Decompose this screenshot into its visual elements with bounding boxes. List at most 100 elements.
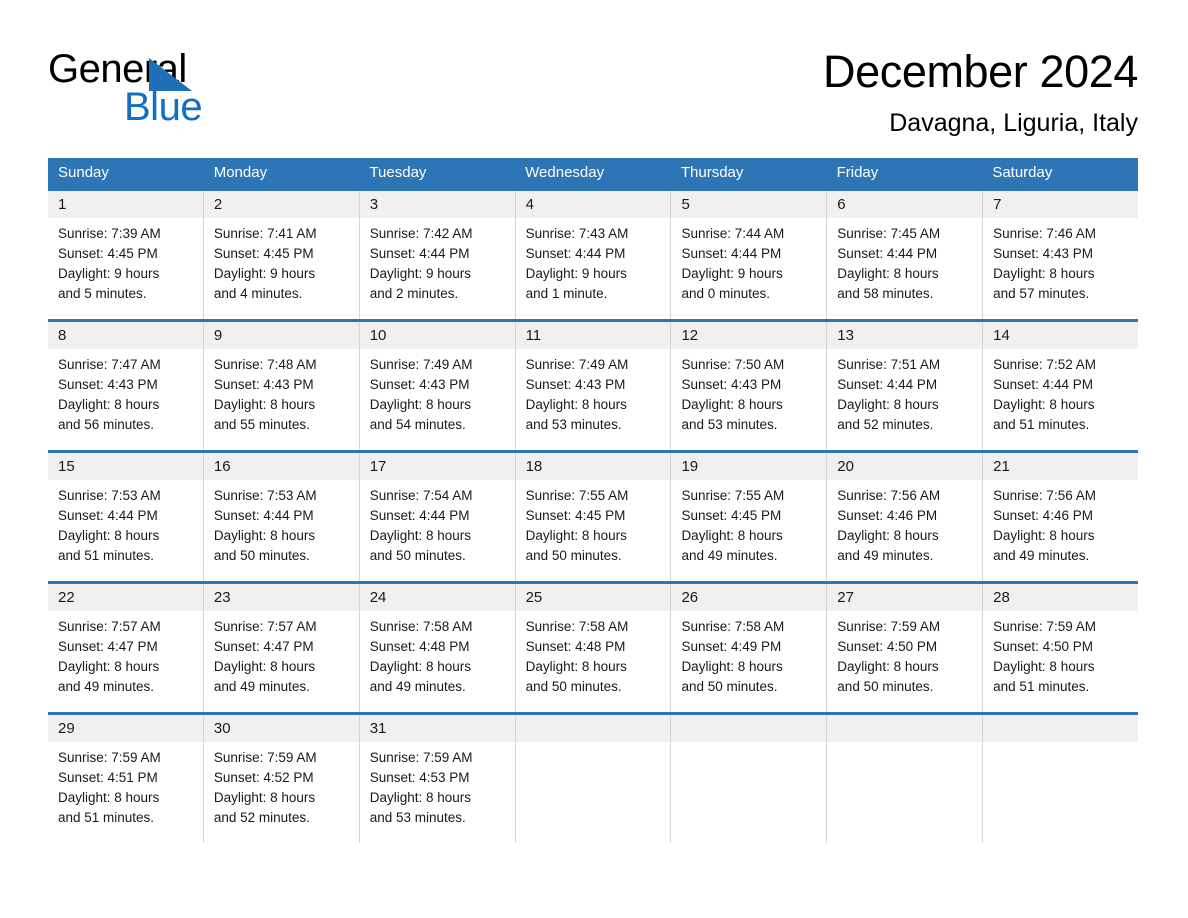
sunrise-text: Sunrise: 7:43 AM [525,226,629,241]
daylight-text-line2: and 51 minutes. [993,679,1090,694]
daylight-text-line1: Daylight: 8 hours [837,528,939,543]
weekday-header-sunday: Sunday [58,164,109,181]
sunrise-text: Sunrise: 7:55 AM [525,488,629,503]
sunrise-text: Sunrise: 7:56 AM [837,488,941,503]
day-number: 31 [359,715,515,742]
daylight-text-line2: and 50 minutes. [525,679,622,694]
day-number [671,715,827,742]
day-cell[interactable]: 23 Sunrise: 7:57 AM Sunset: 4:47 PM Dayl… [203,584,360,712]
day-cell[interactable]: 15 Sunrise: 7:53 AM Sunset: 4:44 PM Dayl… [48,453,204,581]
day-number: 29 [48,715,203,742]
daylight-text-line1: Daylight: 8 hours [213,790,316,805]
sunset-text: Sunset: 4:44 PM [681,246,782,261]
daylight-text-line1: Daylight: 8 hours [369,659,472,674]
daylight-text-line2: and 56 minutes. [58,417,155,432]
day-number: 8 [48,322,203,349]
day-cell-empty [983,715,1139,843]
daylight-text-line1: Daylight: 8 hours [369,790,472,805]
generalblue-logo[interactable]: General Blue [48,46,308,136]
sunset-text: Sunset: 4:47 PM [213,639,314,654]
day-number: 21 [983,453,1139,480]
day-cell[interactable]: 18 Sunrise: 7:55 AM Sunset: 4:45 PM Dayl… [515,453,672,581]
daylight-text-line2: and 51 minutes. [58,548,155,563]
sunrise-text: Sunrise: 7:52 AM [993,357,1096,372]
sunrise-text: Sunrise: 7:44 AM [681,226,785,241]
weekday-header-tuesday: Tuesday [369,164,427,181]
day-number: 14 [983,322,1139,349]
day-cell[interactable]: 29 Sunrise: 7:59 AM Sunset: 4:51 PM Dayl… [48,715,204,843]
daylight-text-line1: Daylight: 8 hours [993,397,1095,412]
daylight-text-line1: Daylight: 8 hours [681,397,783,412]
day-details: Sunrise: 7:55 AM Sunset: 4:45 PM Dayligh… [671,480,826,566]
day-cell[interactable]: 17 Sunrise: 7:54 AM Sunset: 4:44 PM Dayl… [359,453,516,581]
day-cell[interactable]: 19 Sunrise: 7:55 AM Sunset: 4:45 PM Dayl… [671,453,828,581]
daylight-text-line1: Daylight: 8 hours [993,659,1095,674]
day-cell[interactable]: 27 Sunrise: 7:59 AM Sunset: 4:50 PM Dayl… [827,584,984,712]
day-cell[interactable]: 13 Sunrise: 7:51 AM Sunset: 4:44 PM Dayl… [827,322,984,450]
day-cell[interactable]: 14 Sunrise: 7:52 AM Sunset: 4:44 PM Dayl… [983,322,1139,450]
sunrise-text: Sunrise: 7:48 AM [213,357,317,372]
day-number: 18 [515,453,671,480]
daylight-text-line2: and 53 minutes. [681,417,778,432]
daylight-text-line2: and 54 minutes. [369,417,466,432]
sunrise-text: Sunrise: 7:51 AM [837,357,941,372]
day-cell[interactable]: 10 Sunrise: 7:49 AM Sunset: 4:43 PM Dayl… [359,322,516,450]
daylight-text-line1: Daylight: 9 hours [213,266,316,281]
calendar-week-row: 8 Sunrise: 7:47 AM Sunset: 4:43 PM Dayli… [48,319,1139,450]
day-details: Sunrise: 7:44 AM Sunset: 4:44 PM Dayligh… [671,218,826,304]
sunset-text: Sunset: 4:44 PM [58,508,158,523]
day-cell[interactable]: 24 Sunrise: 7:58 AM Sunset: 4:48 PM Dayl… [359,584,516,712]
day-details: Sunrise: 7:53 AM Sunset: 4:44 PM Dayligh… [204,480,359,566]
day-details: Sunrise: 7:53 AM Sunset: 4:44 PM Dayligh… [48,480,203,566]
daylight-text-line2: and 50 minutes. [213,548,310,563]
day-cell[interactable]: 2 Sunrise: 7:41 AM Sunset: 4:45 PM Dayli… [203,191,360,319]
day-number: 13 [827,322,983,349]
day-details: Sunrise: 7:59 AM Sunset: 4:51 PM Dayligh… [48,742,203,828]
daylight-text-line1: Daylight: 8 hours [993,528,1095,543]
day-details: Sunrise: 7:57 AM Sunset: 4:47 PM Dayligh… [48,611,203,697]
sunrise-text: Sunrise: 7:59 AM [213,750,317,765]
day-cell[interactable]: 7 Sunrise: 7:46 AM Sunset: 4:43 PM Dayli… [983,191,1139,319]
day-number: 3 [359,191,515,218]
day-details: Sunrise: 7:43 AM Sunset: 4:44 PM Dayligh… [516,218,671,304]
sunrise-text: Sunrise: 7:42 AM [369,226,473,241]
day-cell[interactable]: 5 Sunrise: 7:44 AM Sunset: 4:44 PM Dayli… [671,191,828,319]
sunset-text: Sunset: 4:46 PM [837,508,938,523]
day-cell[interactable]: 20 Sunrise: 7:56 AM Sunset: 4:46 PM Dayl… [827,453,984,581]
daylight-text-line1: Daylight: 8 hours [369,528,472,543]
day-cell[interactable]: 4 Sunrise: 7:43 AM Sunset: 4:44 PM Dayli… [515,191,672,319]
daylight-text-line2: and 52 minutes. [837,417,934,432]
sunset-text: Sunset: 4:44 PM [837,246,938,261]
day-cell[interactable]: 9 Sunrise: 7:48 AM Sunset: 4:43 PM Dayli… [203,322,360,450]
sunrise-text: Sunrise: 7:39 AM [58,226,161,241]
day-cell[interactable]: 11 Sunrise: 7:49 AM Sunset: 4:43 PM Dayl… [515,322,672,450]
daylight-text-line2: and 52 minutes. [213,810,310,825]
day-details: Sunrise: 7:54 AM Sunset: 4:44 PM Dayligh… [360,480,515,566]
day-cell[interactable]: 6 Sunrise: 7:45 AM Sunset: 4:44 PM Dayli… [827,191,984,319]
sunset-text: Sunset: 4:45 PM [58,246,158,261]
day-cell[interactable]: 26 Sunrise: 7:58 AM Sunset: 4:49 PM Dayl… [671,584,828,712]
sunset-text: Sunset: 4:45 PM [681,508,782,523]
sunset-text: Sunset: 4:49 PM [681,639,782,654]
daylight-text-line2: and 2 minutes. [369,286,459,301]
day-cell[interactable]: 28 Sunrise: 7:59 AM Sunset: 4:50 PM Dayl… [983,584,1139,712]
sunrise-text: Sunrise: 7:57 AM [58,619,161,634]
day-cell[interactable]: 25 Sunrise: 7:58 AM Sunset: 4:48 PM Dayl… [515,584,672,712]
day-details: Sunrise: 7:48 AM Sunset: 4:43 PM Dayligh… [204,349,359,435]
day-number: 30 [203,715,359,742]
day-cell[interactable]: 8 Sunrise: 7:47 AM Sunset: 4:43 PM Dayli… [48,322,204,450]
day-cell[interactable]: 16 Sunrise: 7:53 AM Sunset: 4:44 PM Dayl… [203,453,360,581]
sunset-text: Sunset: 4:50 PM [837,639,938,654]
day-cell[interactable]: 12 Sunrise: 7:50 AM Sunset: 4:43 PM Dayl… [671,322,828,450]
day-cell[interactable]: 31 Sunrise: 7:59 AM Sunset: 4:53 PM Dayl… [359,715,516,843]
daylight-text-line2: and 50 minutes. [369,548,466,563]
sunrise-text: Sunrise: 7:49 AM [525,357,629,372]
day-cell[interactable]: 1 Sunrise: 7:39 AM Sunset: 4:45 PM Dayli… [48,191,204,319]
day-cell[interactable]: 21 Sunrise: 7:56 AM Sunset: 4:46 PM Dayl… [983,453,1139,581]
daylight-text-line1: Daylight: 9 hours [525,266,627,281]
day-cell[interactable]: 3 Sunrise: 7:42 AM Sunset: 4:44 PM Dayli… [359,191,516,319]
day-cell[interactable]: 30 Sunrise: 7:59 AM Sunset: 4:52 PM Dayl… [203,715,360,843]
calendar-week-row: 22 Sunrise: 7:57 AM Sunset: 4:47 PM Dayl… [48,581,1139,712]
day-cell[interactable]: 22 Sunrise: 7:57 AM Sunset: 4:47 PM Dayl… [48,584,204,712]
day-details: Sunrise: 7:56 AM Sunset: 4:46 PM Dayligh… [983,480,1138,566]
